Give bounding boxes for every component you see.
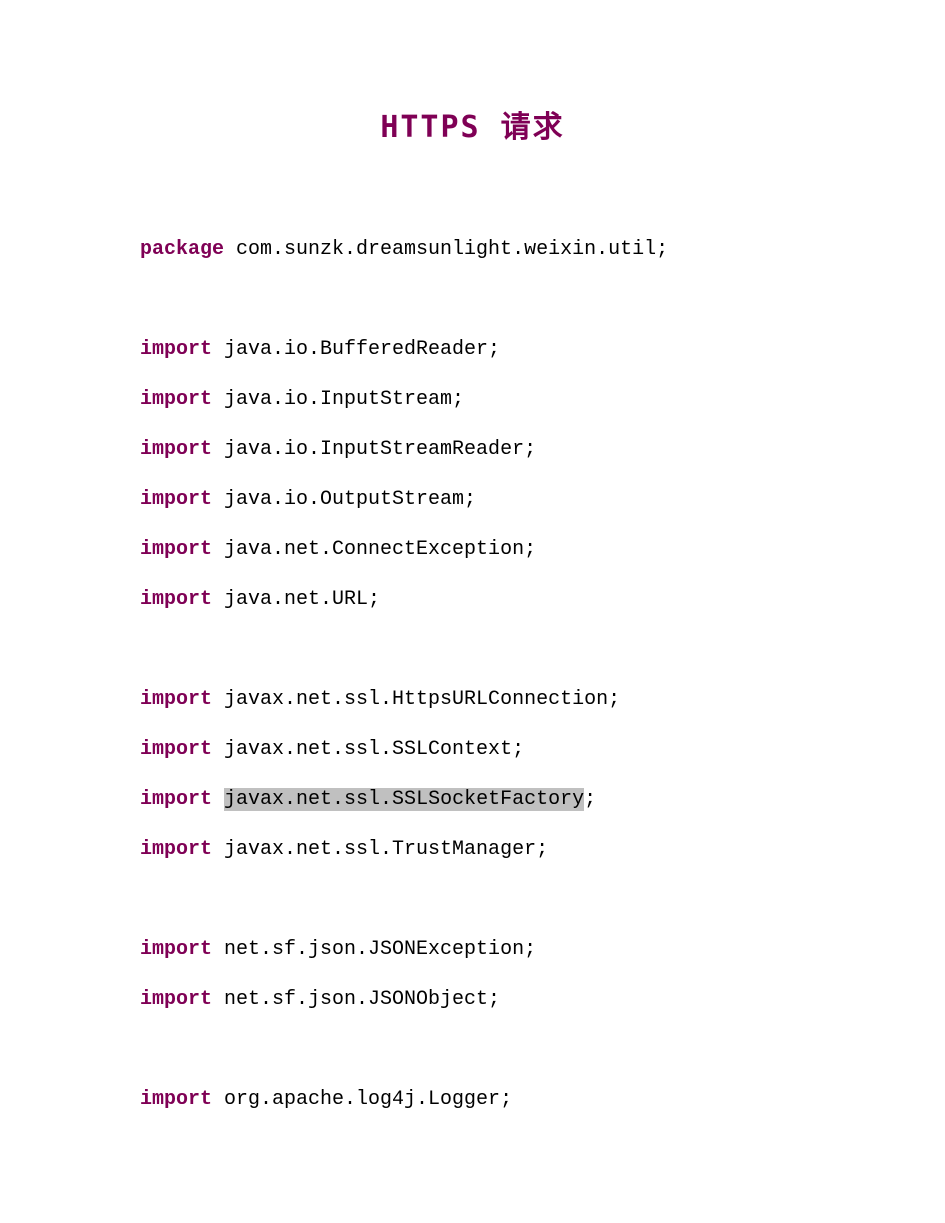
keyword: import — [140, 488, 212, 511]
code-line: import java.io.InputStream; — [140, 375, 805, 425]
code-block: package com.sunzk.dreamsunlight.weixin.u… — [140, 225, 805, 1125]
code-line: import net.sf.json.JSONException; — [140, 925, 805, 975]
keyword: import — [140, 1088, 212, 1111]
code-text: javax.net.ssl.HttpsURLConnection; — [212, 688, 620, 711]
code-text — [212, 788, 224, 811]
blank-line — [140, 625, 805, 675]
keyword: import — [140, 838, 212, 861]
code-line: import org.apache.log4j.Logger; — [140, 1075, 805, 1125]
keyword: import — [140, 938, 212, 961]
code-line: import javax.net.ssl.SSLContext; — [140, 725, 805, 775]
code-text: javax.net.ssl.SSLContext; — [212, 738, 524, 761]
blank-line — [140, 875, 805, 925]
keyword: import — [140, 538, 212, 561]
code-text: net.sf.json.JSONObject; — [212, 988, 500, 1011]
blank-line — [140, 1025, 805, 1075]
blank-line — [140, 275, 805, 325]
code-line: import java.io.BufferedReader; — [140, 325, 805, 375]
code-text: java.net.URL; — [212, 588, 380, 611]
keyword: import — [140, 388, 212, 411]
code-line: import javax.net.ssl.TrustManager; — [140, 825, 805, 875]
code-line: import java.io.InputStreamReader; — [140, 425, 805, 475]
code-line: import java.io.OutputStream; — [140, 475, 805, 525]
code-line: import java.net.URL; — [140, 575, 805, 625]
code-line: import javax.net.ssl.HttpsURLConnection; — [140, 675, 805, 725]
code-line: import java.net.ConnectException; — [140, 525, 805, 575]
keyword: import — [140, 688, 212, 711]
code-text: java.net.ConnectException; — [212, 538, 536, 561]
code-line: import javax.net.ssl.SSLSocketFactory; — [140, 775, 805, 825]
document-title: HTTPS 请求 — [140, 90, 805, 165]
code-text: java.io.InputStream; — [212, 388, 464, 411]
code-text: ; — [584, 788, 596, 811]
code-text: com.sunzk.dreamsunlight.weixin.util; — [224, 238, 668, 261]
code-text: java.io.InputStreamReader; — [212, 438, 536, 461]
keyword: package — [140, 238, 224, 261]
keyword: import — [140, 788, 212, 811]
keyword: import — [140, 588, 212, 611]
keyword: import — [140, 738, 212, 761]
code-text: net.sf.json.JSONException; — [212, 938, 536, 961]
code-text: java.io.BufferedReader; — [212, 338, 500, 361]
code-text: org.apache.log4j.Logger; — [212, 1088, 512, 1111]
code-line: package com.sunzk.dreamsunlight.weixin.u… — [140, 225, 805, 275]
code-text: javax.net.ssl.TrustManager; — [212, 838, 548, 861]
code-line: import net.sf.json.JSONObject; — [140, 975, 805, 1025]
highlighted-text: javax.net.ssl.SSLSocketFactory — [224, 788, 584, 811]
code-text: java.io.OutputStream; — [212, 488, 476, 511]
keyword: import — [140, 438, 212, 461]
keyword: import — [140, 338, 212, 361]
keyword: import — [140, 988, 212, 1011]
